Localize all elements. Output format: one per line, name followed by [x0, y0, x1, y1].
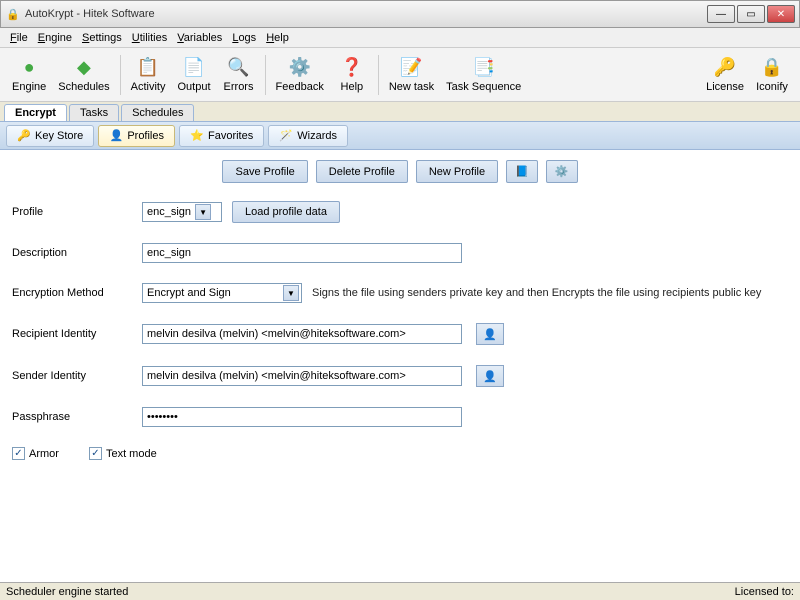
profile-button-row: Save Profile Delete Profile New Profile … — [12, 160, 788, 183]
chevron-down-icon: ▼ — [283, 285, 299, 301]
status-left: Scheduler engine started — [6, 586, 128, 598]
wand-icon: 🪄 — [279, 129, 293, 143]
menu-settings[interactable]: Settings — [78, 30, 126, 46]
tab-encrypt[interactable]: Encrypt — [4, 104, 67, 121]
menu-help[interactable]: Help — [262, 30, 293, 46]
save-profile-button[interactable]: Save Profile — [222, 160, 307, 183]
sender-user-button[interactable]: 👤 — [476, 365, 504, 387]
app-icon: 🔒 — [5, 6, 21, 22]
subtab-keystore[interactable]: 🔑Key Store — [6, 125, 94, 147]
gear-icon: ⚙️ — [555, 165, 569, 178]
sender-label: Sender Identity — [12, 370, 142, 382]
toolbar-engine[interactable]: ●Engine — [6, 51, 52, 99]
minimize-button[interactable]: — — [707, 5, 735, 23]
toolbar-schedules[interactable]: ◆Schedules — [52, 51, 115, 99]
key-icon: 🔑 — [17, 129, 31, 143]
toolbar-feedback[interactable]: ⚙️Feedback — [270, 51, 330, 99]
toolbar-output[interactable]: 📄Output — [171, 51, 216, 99]
menu-logs[interactable]: Logs — [228, 30, 260, 46]
gear-button[interactable]: ⚙️ — [546, 160, 578, 183]
toolbar-license[interactable]: 🔑License — [700, 51, 750, 99]
toolbar-activity[interactable]: 📋Activity — [125, 51, 172, 99]
status-right: Licensed to: — [735, 586, 794, 598]
tab-tasks[interactable]: Tasks — [69, 104, 119, 121]
menu-variables[interactable]: Variables — [173, 30, 226, 46]
output-icon: 📄 — [183, 57, 205, 79]
toolbar-errors[interactable]: 🔍Errors — [217, 51, 261, 99]
passphrase-input[interactable] — [142, 407, 462, 427]
menu-utilities[interactable]: Utilities — [128, 30, 171, 46]
subtab-favorites[interactable]: ⭐Favorites — [179, 125, 264, 147]
subtab-strip: 🔑Key Store 👤Profiles ⭐Favorites 🪄Wizards — [0, 122, 800, 150]
textmode-checkbox[interactable]: ✓Text mode — [89, 447, 157, 460]
armor-checkbox[interactable]: ✓Armor — [12, 447, 59, 460]
main-tabs: Encrypt Tasks Schedules — [0, 102, 800, 122]
encryption-method-label: Encryption Method — [12, 287, 142, 299]
load-profile-button[interactable]: Load profile data — [232, 201, 340, 223]
new-profile-button[interactable]: New Profile — [416, 160, 498, 183]
user-icon: 👤 — [483, 370, 497, 383]
sender-input[interactable] — [142, 366, 462, 386]
toolbar-tasksequence[interactable]: 📑Task Sequence — [440, 51, 527, 99]
toolbar-newtask[interactable]: 📝New task — [383, 51, 440, 99]
help-icon: ❓ — [341, 57, 363, 79]
check-icon: ✓ — [89, 447, 102, 460]
recipient-input[interactable] — [142, 324, 462, 344]
menubar: File Engine Settings Utilities Variables… — [0, 28, 800, 48]
close-button[interactable]: ✕ — [767, 5, 795, 23]
description-input[interactable] — [142, 243, 462, 263]
delete-profile-button[interactable]: Delete Profile — [316, 160, 408, 183]
feedback-icon: ⚙️ — [289, 57, 311, 79]
engine-icon: ● — [18, 57, 40, 79]
tab-schedules[interactable]: Schedules — [121, 104, 194, 121]
toolbar-help[interactable]: ❓Help — [330, 51, 374, 99]
subtab-wizards[interactable]: 🪄Wizards — [268, 125, 348, 147]
subtab-profiles[interactable]: 👤Profiles — [98, 125, 175, 147]
schedules-icon: ◆ — [73, 57, 95, 79]
toolbar-iconify[interactable]: 🔒Iconify — [750, 51, 794, 99]
recipient-label: Recipient Identity — [12, 328, 142, 340]
newtask-icon: 📝 — [400, 57, 422, 79]
tasksequence-icon: 📑 — [473, 57, 495, 79]
activity-icon: 📋 — [137, 57, 159, 79]
passphrase-label: Passphrase — [12, 411, 142, 423]
toolbar: ●Engine ◆Schedules 📋Activity 📄Output 🔍Er… — [0, 48, 800, 102]
license-icon: 🔑 — [714, 57, 736, 79]
chevron-down-icon: ▼ — [195, 204, 211, 220]
description-label: Description — [12, 247, 142, 259]
profile-select[interactable]: enc_sign▼ — [142, 202, 222, 222]
method-hint: Signs the file using senders private key… — [312, 287, 761, 299]
profile-label: Profile — [12, 206, 142, 218]
statusbar: Scheduler engine started Licensed to: — [0, 582, 800, 600]
titlebar: 🔒 AutoKrypt - Hitek Software — ▭ ✕ — [0, 0, 800, 28]
menu-file[interactable]: File — [6, 30, 32, 46]
maximize-button[interactable]: ▭ — [737, 5, 765, 23]
user-icon: 👤 — [483, 328, 497, 341]
errors-icon: 🔍 — [228, 57, 250, 79]
book-icon: 📘 — [515, 165, 529, 178]
content-panel: Save Profile Delete Profile New Profile … — [0, 150, 800, 582]
star-icon: ⭐ — [190, 129, 204, 143]
book-button[interactable]: 📘 — [506, 160, 538, 183]
profile-icon: 👤 — [109, 129, 123, 143]
window-title: AutoKrypt - Hitek Software — [25, 8, 707, 20]
recipient-user-button[interactable]: 👤 — [476, 323, 504, 345]
menu-engine[interactable]: Engine — [34, 30, 76, 46]
check-icon: ✓ — [12, 447, 25, 460]
iconify-icon: 🔒 — [761, 57, 783, 79]
encryption-method-select[interactable]: Encrypt and Sign▼ — [142, 283, 302, 303]
